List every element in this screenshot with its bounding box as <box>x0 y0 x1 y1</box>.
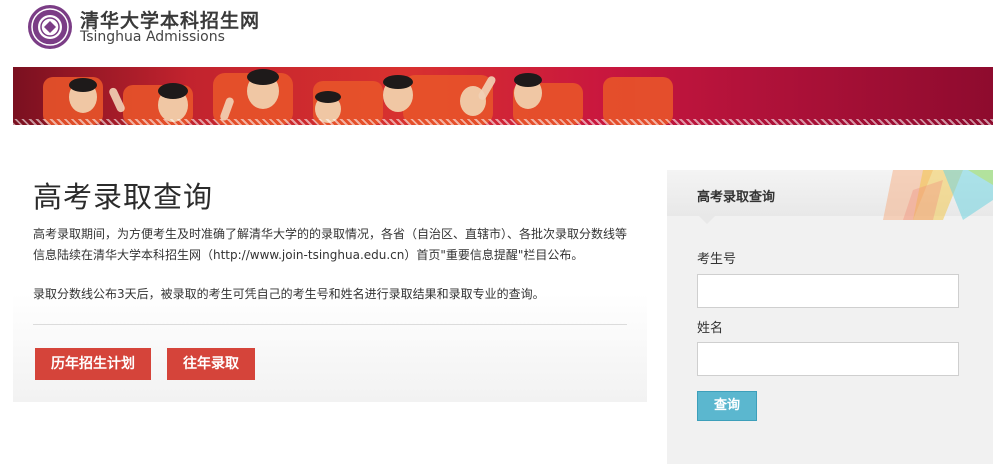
exam-id-input[interactable] <box>697 274 959 308</box>
panel-header: 高考录取查询 <box>667 170 993 220</box>
site-name-en[interactable]: Tsinghua Admissions <box>80 29 225 45</box>
decorative-shapes <box>883 170 993 220</box>
panel-notch <box>699 216 715 224</box>
hero-banner <box>13 67 993 125</box>
notice-paragraph: 录取分数线公布3天后，被录取的考生可凭自己的考生号和姓名进行录取结果和录取专业的… <box>33 287 545 301</box>
name-label: 姓名 <box>697 321 724 336</box>
query-panel: 高考录取查询 考生号 姓名 查询 <box>667 170 993 464</box>
site-header: 清华大学本科招生网 Tsinghua Admissions <box>0 0 995 62</box>
banner-stripes <box>13 119 993 125</box>
intro-paragraph: 高考录取期间，为方便考生及时准确了解清华大学的的录取情况，各省（自治区、直辖市）… <box>33 227 628 262</box>
banner-crowd-image <box>43 69 673 125</box>
query-button[interactable]: 查询 <box>697 391 757 421</box>
divider <box>33 324 627 325</box>
page-title: 高考录取查询 <box>33 180 214 214</box>
past-admissions-button[interactable]: 往年录取 <box>167 348 255 380</box>
admission-plan-button[interactable]: 历年招生计划 <box>35 348 151 380</box>
panel-title: 高考录取查询 <box>697 190 776 205</box>
main-content: 高考录取查询 高考录取期间，为方便考生及时准确了解清华大学的的录取情况，各省（自… <box>13 160 647 402</box>
exam-id-label: 考生号 <box>697 252 737 267</box>
tsinghua-seal-icon[interactable] <box>27 4 73 50</box>
name-input[interactable] <box>697 342 959 376</box>
